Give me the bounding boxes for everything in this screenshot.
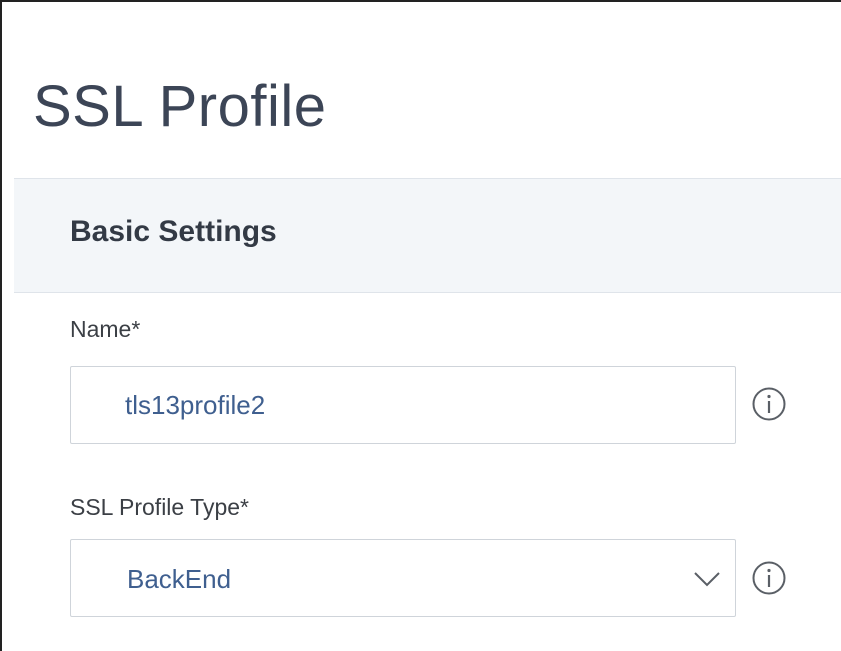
name-label: Name* [70,316,141,342]
chevron-down-icon [691,564,723,594]
name-input[interactable] [70,366,736,444]
selected-value: BackEnd [127,564,232,594]
ssl-profile-type-select[interactable]: BackEnd [70,539,736,617]
name-info-icon[interactable] [751,386,787,422]
ssl-profile-panel: SSL Profile Basic Settings Name* SSL Pro… [0,0,841,651]
section-title: Basic Settings [70,215,277,248]
ssl-profile-type-info-icon[interactable] [751,560,787,596]
ssl-profile-type-label: SSL Profile Type* [70,494,249,520]
basic-settings-header[interactable]: Basic Settings [14,178,841,293]
page-title: SSL Profile [33,74,327,139]
